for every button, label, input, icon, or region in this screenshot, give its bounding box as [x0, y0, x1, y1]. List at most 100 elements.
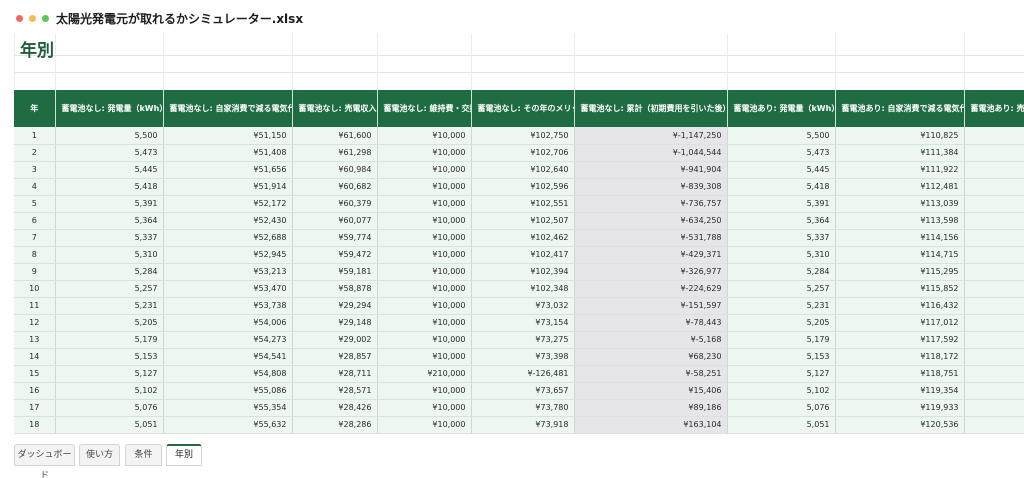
table-cell[interactable]: ¥55,086 — [163, 382, 293, 400]
table-cell[interactable]: 14 — [14, 348, 56, 366]
table-cell[interactable]: ¥60,379 — [292, 195, 378, 213]
table-cell[interactable]: ¥53,213 — [163, 263, 293, 281]
table-cell[interactable]: 5,445 — [727, 161, 836, 179]
table-cell[interactable]: ¥2 — [964, 280, 1024, 298]
zoom-window-button[interactable] — [42, 15, 49, 22]
table-cell[interactable]: ¥-58,251 — [574, 365, 728, 383]
column-header[interactable]: 年 — [14, 90, 56, 127]
table-cell[interactable]: ¥3 — [964, 195, 1024, 213]
table-cell[interactable]: ¥-224,629 — [574, 280, 728, 298]
table-cell[interactable]: ¥-736,757 — [574, 195, 728, 213]
table-cell[interactable]: ¥28,571 — [292, 382, 378, 400]
table-cell[interactable]: 5,205 — [55, 314, 164, 332]
table-cell[interactable]: 5,418 — [55, 178, 164, 196]
table-cell[interactable]: ¥10,000 — [377, 399, 472, 417]
table-cell[interactable]: ¥1 — [964, 416, 1024, 434]
table-cell[interactable]: ¥-326,977 — [574, 263, 728, 281]
table-cell[interactable]: 5,179 — [727, 331, 836, 349]
table-cell[interactable]: ¥52,945 — [163, 246, 293, 264]
table-cell[interactable]: ¥89,186 — [574, 399, 728, 417]
table-cell[interactable]: ¥210,000 — [377, 365, 472, 383]
table-cell[interactable]: 5,153 — [727, 348, 836, 366]
table-cell[interactable]: 3 — [14, 161, 56, 179]
table-cell[interactable]: ¥60,682 — [292, 178, 378, 196]
column-header[interactable]: 蓄電池なし: その年のメリット — [471, 90, 575, 127]
spreadsheet-grid[interactable]: 年別 年蓄電池なし: 発電量（kWh） 蓄電池なし: 自家消費で減る電気代 蓄電池な… — [14, 34, 1024, 436]
table-cell[interactable]: 5,051 — [727, 416, 836, 434]
table-cell[interactable]: ¥119,933 — [835, 399, 965, 417]
table-cell[interactable]: ¥113,039 — [835, 195, 965, 213]
table-cell[interactable]: 5,310 — [727, 246, 836, 264]
table-cell[interactable]: ¥73,032 — [471, 297, 575, 315]
column-header[interactable]: 蓄電池あり: 自家消費で減る電気代 — [835, 90, 965, 127]
table-cell[interactable]: 5,102 — [727, 382, 836, 400]
table-cell[interactable]: ¥51,914 — [163, 178, 293, 196]
tab-conditions[interactable]: 条件 — [125, 444, 162, 466]
table-cell[interactable]: ¥59,472 — [292, 246, 378, 264]
table-cell[interactable]: ¥-531,788 — [574, 229, 728, 247]
table-cell[interactable]: ¥1 — [964, 314, 1024, 332]
table-cell[interactable]: ¥52,430 — [163, 212, 293, 230]
table-cell[interactable]: ¥3 — [964, 144, 1024, 162]
table-cell[interactable]: ¥102,507 — [471, 212, 575, 230]
table-cell[interactable]: ¥-634,250 — [574, 212, 728, 230]
table-cell[interactable]: ¥1 — [964, 399, 1024, 417]
tab-howto[interactable]: 使い方 — [79, 444, 120, 466]
table-cell[interactable]: ¥73,275 — [471, 331, 575, 349]
table-cell[interactable]: ¥102,706 — [471, 144, 575, 162]
table-cell[interactable]: ¥120,536 — [835, 416, 965, 434]
table-cell[interactable]: ¥10,000 — [377, 314, 472, 332]
table-cell[interactable]: ¥10,000 — [377, 348, 472, 366]
table-cell[interactable]: 5,076 — [55, 399, 164, 417]
table-cell[interactable]: ¥102,394 — [471, 263, 575, 281]
table-cell[interactable]: 5,205 — [727, 314, 836, 332]
table-cell[interactable]: ¥112,481 — [835, 178, 965, 196]
table-cell[interactable]: 8 — [14, 246, 56, 264]
table-cell[interactable]: 5,284 — [55, 263, 164, 281]
tab-dashboard[interactable]: ダッシュボード — [14, 444, 75, 478]
close-window-button[interactable] — [16, 15, 23, 22]
table-cell[interactable]: ¥1 — [964, 382, 1024, 400]
table-cell[interactable]: ¥51,150 — [163, 127, 293, 145]
table-cell[interactable]: 15 — [14, 365, 56, 383]
table-cell[interactable]: ¥58,878 — [292, 280, 378, 298]
table-cell[interactable]: ¥-126,481 — [471, 365, 575, 383]
table-cell[interactable]: ¥102,348 — [471, 280, 575, 298]
table-cell[interactable]: ¥54,541 — [163, 348, 293, 366]
table-cell[interactable]: 5,473 — [727, 144, 836, 162]
table-cell[interactable]: ¥-1,044,544 — [574, 144, 728, 162]
table-cell[interactable]: ¥10,000 — [377, 229, 472, 247]
table-cell[interactable]: 5,076 — [727, 399, 836, 417]
table-cell[interactable]: ¥10,000 — [377, 280, 472, 298]
table-cell[interactable]: ¥52,688 — [163, 229, 293, 247]
table-cell[interactable]: ¥114,715 — [835, 246, 965, 264]
table-cell[interactable]: 5,231 — [55, 297, 164, 315]
table-cell[interactable]: ¥55,632 — [163, 416, 293, 434]
table-cell[interactable]: 5,153 — [55, 348, 164, 366]
table-cell[interactable]: ¥115,295 — [835, 263, 965, 281]
column-header[interactable]: 蓄電池なし: 売電収入 — [292, 90, 378, 127]
table-cell[interactable]: 13 — [14, 331, 56, 349]
table-cell[interactable]: 5,364 — [727, 212, 836, 230]
table-cell[interactable]: ¥-1,147,250 — [574, 127, 728, 145]
table-cell[interactable]: ¥1 — [964, 297, 1024, 315]
table-cell[interactable]: ¥73,154 — [471, 314, 575, 332]
table-cell[interactable]: ¥10,000 — [377, 212, 472, 230]
table-cell[interactable]: ¥-151,597 — [574, 297, 728, 315]
table-cell[interactable]: ¥111,922 — [835, 161, 965, 179]
table-cell[interactable]: 16 — [14, 382, 56, 400]
table-cell[interactable]: ¥53,470 — [163, 280, 293, 298]
table-cell[interactable]: 9 — [14, 263, 56, 281]
table-cell[interactable]: ¥115,852 — [835, 280, 965, 298]
table-cell[interactable]: ¥28,426 — [292, 399, 378, 417]
table-cell[interactable]: ¥54,273 — [163, 331, 293, 349]
table-cell[interactable]: 5,364 — [55, 212, 164, 230]
table-cell[interactable]: ¥73,918 — [471, 416, 575, 434]
column-header[interactable]: 蓄電池あり: 発電量（kWh） — [727, 90, 836, 127]
table-cell[interactable]: 5,337 — [55, 229, 164, 247]
table-cell[interactable]: ¥114,156 — [835, 229, 965, 247]
table-cell[interactable]: 17 — [14, 399, 56, 417]
table-cell[interactable]: ¥60,077 — [292, 212, 378, 230]
table-cell[interactable]: ¥51,408 — [163, 144, 293, 162]
table-cell[interactable]: ¥117,012 — [835, 314, 965, 332]
